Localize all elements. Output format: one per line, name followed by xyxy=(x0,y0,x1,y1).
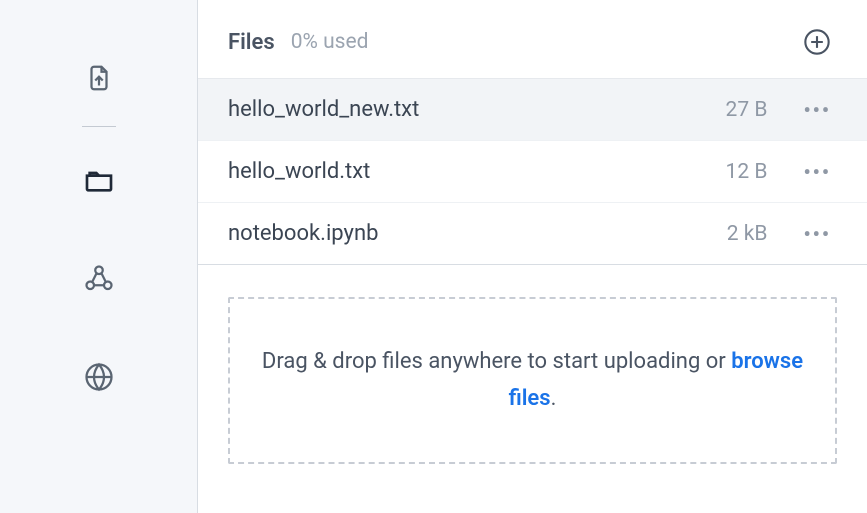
file-size: 27 B xyxy=(711,98,767,122)
upload-icon[interactable] xyxy=(63,42,135,114)
dropzone-text: Drag & drop files anywhere to start uplo… xyxy=(262,349,731,374)
file-row[interactable]: hello_world_new.txt 27 B ••• xyxy=(198,79,867,141)
file-size: 2 kB xyxy=(711,222,767,246)
globe-icon[interactable] xyxy=(63,341,135,413)
file-row[interactable]: notebook.ipynb 2 kB ••• xyxy=(198,203,867,265)
file-row[interactable]: hello_world.txt 12 B ••• xyxy=(198,141,867,203)
main-panel: Files 0% used hello_world_new.txt 27 B •… xyxy=(198,0,867,513)
dropzone-suffix: . xyxy=(551,386,557,411)
file-name: notebook.ipynb xyxy=(228,221,711,246)
header-title: Files xyxy=(228,30,275,55)
share-icon[interactable] xyxy=(63,243,135,315)
add-button[interactable] xyxy=(803,28,831,56)
file-list: hello_world_new.txt 27 B ••• hello_world… xyxy=(198,79,867,265)
files-header: Files 0% used xyxy=(198,0,867,79)
more-icon[interactable]: ••• xyxy=(803,160,831,184)
header-usage: 0% used xyxy=(291,30,803,54)
file-size: 12 B xyxy=(711,160,767,184)
files-icon[interactable] xyxy=(63,145,135,217)
sidebar xyxy=(0,0,198,513)
more-icon[interactable]: ••• xyxy=(803,98,831,122)
dropzone[interactable]: Drag & drop files anywhere to start uplo… xyxy=(228,297,837,464)
more-icon[interactable]: ••• xyxy=(803,222,831,246)
file-name: hello_world.txt xyxy=(228,159,711,184)
file-name: hello_world_new.txt xyxy=(228,97,711,122)
sidebar-divider xyxy=(82,126,116,127)
